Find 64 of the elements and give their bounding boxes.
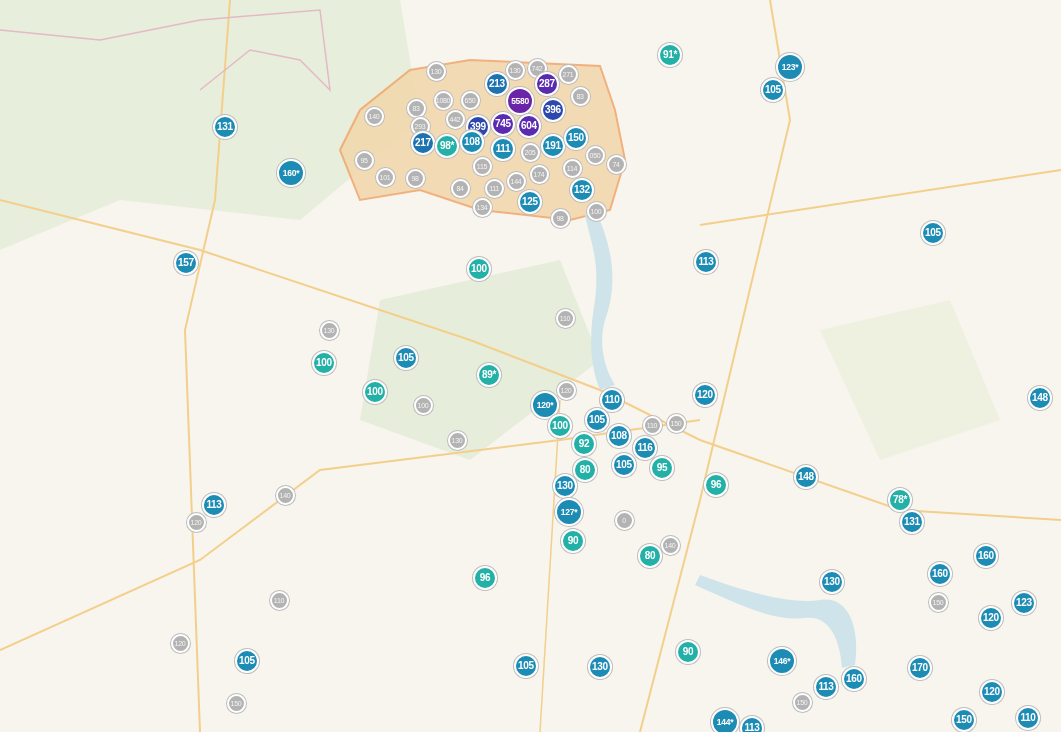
map-marker[interactable]: 120* (531, 391, 559, 419)
map-marker[interactable]: 105 (514, 654, 538, 678)
map-marker[interactable]: 160 (974, 544, 998, 568)
map-marker[interactable]: 105 (394, 346, 418, 370)
map-marker[interactable]: 287 (535, 72, 559, 96)
map-marker[interactable]: 120 (693, 383, 717, 407)
map-marker[interactable]: 120 (980, 680, 1004, 704)
map-marker[interactable]: 148 (1028, 386, 1052, 410)
map-marker[interactable]: 113 (740, 716, 764, 732)
map-marker[interactable]: 95 (650, 456, 674, 480)
map-marker[interactable]: 92 (572, 432, 596, 456)
map-marker[interactable]: 131 (213, 115, 237, 139)
map-marker[interactable]: 78* (888, 488, 912, 512)
map-marker[interactable]: 144* (711, 708, 739, 732)
map-marker[interactable]: 105 (921, 221, 945, 245)
map-marker[interactable]: 110 (600, 388, 624, 412)
map-marker[interactable]: 160 (842, 667, 866, 691)
map-marker[interactable]: 132 (570, 178, 594, 202)
map-marker[interactable]: 96 (704, 473, 728, 497)
map-marker[interactable]: 160 (928, 562, 952, 586)
map-marker[interactable]: 113 (814, 675, 838, 699)
map-marker[interactable]: 98* (435, 134, 459, 158)
map-marker[interactable]: 157 (174, 251, 198, 275)
map-marker[interactable]: 170 (908, 656, 932, 680)
map-marker[interactable]: 110 (1016, 706, 1040, 730)
map-marker[interactable]: 113 (202, 493, 226, 517)
map-marker[interactable]: 116 (633, 436, 657, 460)
map-marker[interactable]: 148 (794, 465, 818, 489)
map-marker[interactable]: 113 (694, 250, 718, 274)
map-marker[interactable]: 80 (573, 458, 597, 482)
map-marker[interactable]: 191 (541, 134, 565, 158)
map-marker[interactable]: 100 (363, 380, 387, 404)
map-marker[interactable]: 123 (1012, 591, 1036, 615)
map-marker[interactable]: 130 (820, 570, 844, 594)
map-marker[interactable]: 80 (638, 544, 662, 568)
map-marker[interactable]: 745 (491, 112, 515, 136)
map-marker[interactable]: 213 (485, 72, 509, 96)
map-marker[interactable]: 105 (612, 453, 636, 477)
map-marker[interactable]: 130 (588, 655, 612, 679)
map-marker[interactable]: 91* (658, 43, 682, 67)
map-marker[interactable]: 125 (518, 190, 542, 214)
map-marker[interactable]: 217 (411, 131, 435, 155)
map-marker[interactable]: 100 (467, 257, 491, 281)
map-marker[interactable]: 396 (541, 98, 565, 122)
map-marker[interactable]: 131 (900, 510, 924, 534)
map-marker[interactable]: 100 (548, 414, 572, 438)
map-marker[interactable]: 105 (585, 408, 609, 432)
map-marker[interactable]: 90 (676, 640, 700, 664)
map-marker[interactable]: 96 (473, 566, 497, 590)
map-marker[interactable]: 130 (553, 474, 577, 498)
map-marker[interactable]: 108 (460, 130, 484, 154)
map-marker[interactable]: 120 (979, 606, 1003, 630)
map-marker[interactable]: 105 (235, 649, 259, 673)
map-marker[interactable]: 100 (312, 351, 336, 375)
map-marker[interactable]: 89* (477, 363, 501, 387)
map-marker[interactable]: 111 (491, 137, 515, 161)
map-marker[interactable]: 150 (952, 708, 976, 732)
map-marker[interactable]: 5580 (506, 87, 534, 115)
map-marker[interactable]: 123* (776, 53, 804, 81)
map-marker[interactable]: 604 (517, 114, 541, 138)
map-marker[interactable]: 150 (564, 126, 588, 150)
map-marker[interactable]: 90 (561, 529, 585, 553)
map-marker[interactable]: 108 (607, 424, 631, 448)
map-marker[interactable]: 105 (761, 78, 785, 102)
